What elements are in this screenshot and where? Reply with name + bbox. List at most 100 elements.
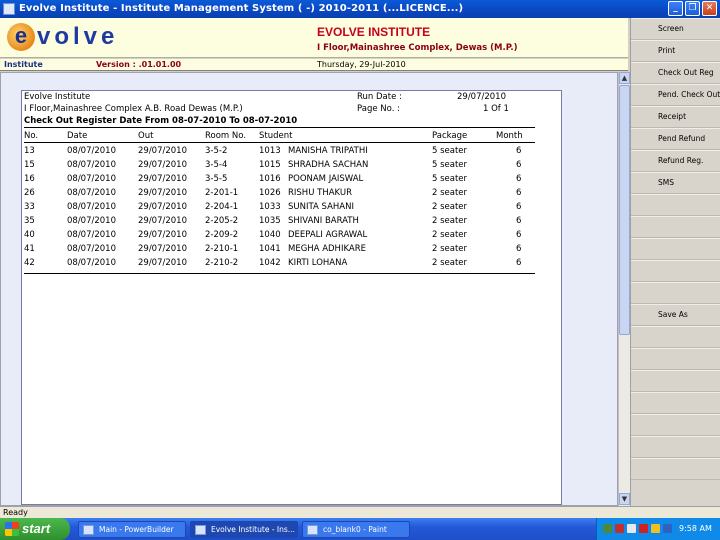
task-label: Main - PowerBuilder [99,525,174,534]
row-no: 35 [24,216,35,226]
task-evolve-institute[interactable]: Evolve Institute - Ins... [190,521,298,538]
panel-button-empty-14 [631,326,720,348]
row-month: 6 [516,202,522,212]
row-out: 29/07/2010 [138,202,187,212]
row-student-id: 1026 [259,188,281,198]
row-no: 42 [24,258,35,268]
row-package: 2 seater [432,230,468,240]
row-student-name: RISHU THAKUR [288,188,352,198]
paint-icon [307,525,318,535]
panel-button-receipt[interactable]: Receipt [631,106,720,128]
row-package: 5 seater [432,146,468,156]
scroll-thumb[interactable] [619,85,630,335]
panel-button-empty-20 [631,458,720,480]
info-bar: Institute Version : .01.01.00 Thursday, … [0,59,628,71]
security-icon[interactable] [615,524,624,533]
row-date: 08/07/2010 [67,244,116,254]
row-month: 6 [516,146,522,156]
network-icon[interactable] [603,524,612,533]
taskbar: start Main - PowerBuilder Evolve Institu… [0,518,720,540]
maximize-button[interactable]: ❐ [685,1,700,16]
title-bar[interactable]: Evolve Institute - Institute Management … [0,0,720,18]
panel-button-save-as[interactable]: Save As [631,304,720,326]
run-date-label: Run Date : [357,92,402,102]
row-month: 6 [516,216,522,226]
panel-button-empty-15 [631,348,720,370]
minimize-button[interactable]: _ [668,1,683,16]
header-rule [24,127,535,128]
vertical-scrollbar[interactable]: ▲ ▼ [618,72,630,506]
row-room: 3-5-4 [205,160,228,170]
row-out: 29/07/2010 [138,230,187,240]
panel-button-sms[interactable]: SMS [631,172,720,194]
row-student-name: SUNITA SAHANI [288,202,354,212]
row-student-id: 1033 [259,202,281,212]
column-rule [24,142,535,143]
row-month: 6 [516,160,522,170]
panel-button-screen[interactable]: Screen [631,18,720,40]
panel-button-pend-refund[interactable]: Pend Refund [631,128,720,150]
panel-button-check-out-reg[interactable]: Check Out Reg [631,62,720,84]
row-date: 08/07/2010 [67,202,116,212]
close-button[interactable]: ✕ [702,1,717,16]
row-package: 2 seater [432,216,468,226]
panel-button-pend-check-out[interactable]: Pend. Check Out [631,84,720,106]
panel-button-print[interactable]: Print [631,40,720,62]
powerbuilder-icon [83,525,94,535]
task-powerbuilder[interactable]: Main - PowerBuilder [78,521,186,538]
evolve-logo: e volve [7,22,118,52]
tray-app-icon[interactable] [651,524,660,533]
col-out: Out [138,131,154,141]
row-student-id: 1035 [259,216,281,226]
volume-icon[interactable] [627,524,636,533]
row-room: 2-201-1 [205,188,239,198]
row-date: 08/07/2010 [67,160,116,170]
task-paint[interactable]: co_blank0 - Paint [302,521,410,538]
table-end-rule [24,273,535,274]
report-org: Evolve Institute [24,92,91,102]
row-student-name: SHIVANI BARATH [288,216,359,226]
col-no: No. [24,131,39,141]
institute-address: I Floor,Mainashree Complex, Dewas (M.P.) [317,43,518,53]
start-button[interactable]: start [0,518,70,540]
task-label: co_blank0 - Paint [323,525,387,534]
row-package: 5 seater [432,174,468,184]
tray-app-icon-2[interactable] [663,524,672,533]
panel-button-empty-9 [631,216,720,238]
page-label: Page No. : [357,104,400,114]
start-label: start [22,521,51,536]
antivirus-icon[interactable] [639,524,648,533]
row-date: 08/07/2010 [67,188,116,198]
row-room: 2-205-2 [205,216,239,226]
row-date: 08/07/2010 [67,230,116,240]
row-out: 29/07/2010 [138,188,187,198]
row-date: 08/07/2010 [67,146,116,156]
row-no: 16 [24,174,35,184]
row-month: 6 [516,244,522,254]
col-room: Room No. [205,131,247,141]
scroll-down-icon[interactable]: ▼ [619,493,630,505]
task-label: Evolve Institute - Ins... [211,525,295,534]
report-preview-area[interactable]: Evolve Institute Run Date : 29/07/2010 I… [0,72,618,506]
row-out: 29/07/2010 [138,216,187,226]
row-out: 29/07/2010 [138,160,187,170]
clock[interactable]: 9:58 AM [679,524,712,533]
panel-button-refund-reg[interactable]: Refund Reg. [631,150,720,172]
row-student-id: 1040 [259,230,281,240]
app-window-icon [195,525,206,535]
row-date: 08/07/2010 [67,174,116,184]
col-date: Date [67,131,88,141]
app-icon[interactable] [3,3,15,15]
system-tray: 9:58 AM [596,518,720,540]
row-student-id: 1042 [259,258,281,268]
row-package: 2 seater [432,258,468,268]
row-month: 6 [516,174,522,184]
row-room: 2-204-1 [205,202,239,212]
institute-name: EVOLVE INSTITUTE [317,25,431,39]
scroll-up-icon[interactable]: ▲ [619,72,630,84]
row-month: 6 [516,188,522,198]
version-label: Version : .01.01.00 [96,60,182,69]
panel-button-empty-8 [631,194,720,216]
current-date: Thursday, 29-Jul-2010 [317,60,406,69]
logo-text: volve [37,23,119,50]
